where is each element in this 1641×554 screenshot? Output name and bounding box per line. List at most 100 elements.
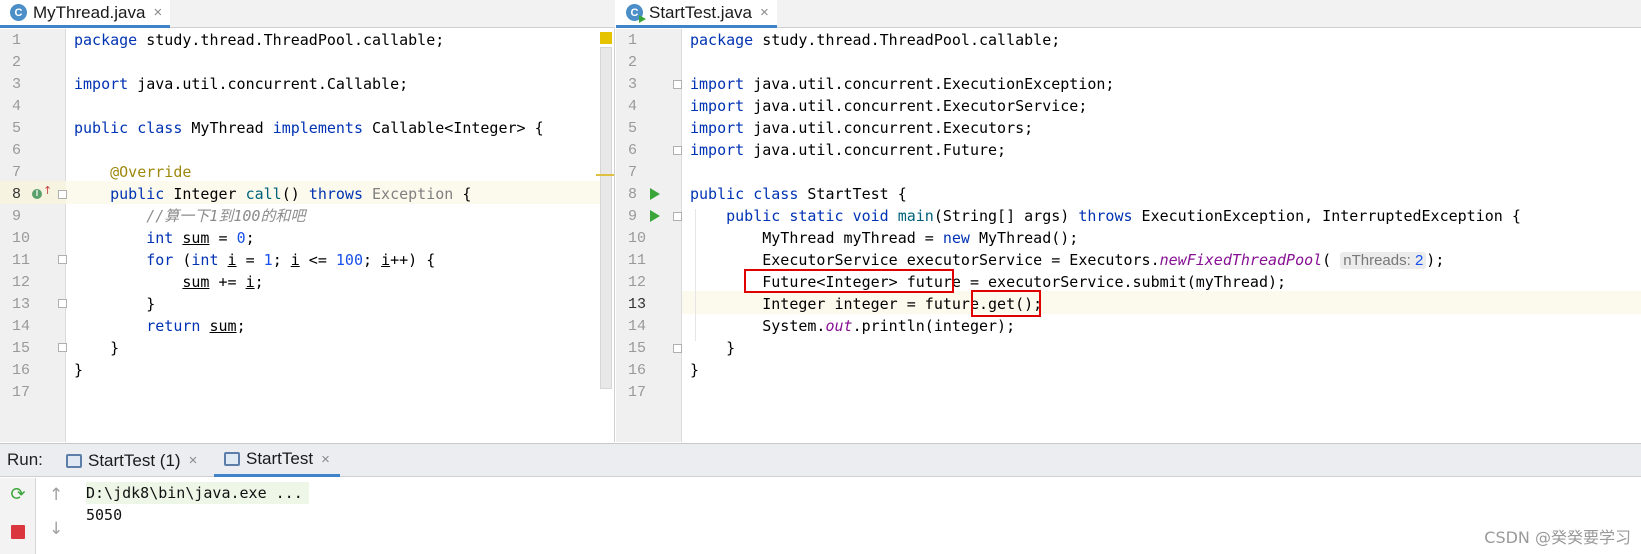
line-number: 7: [12, 164, 22, 181]
java-class-icon: C: [10, 4, 27, 21]
console-output-line: 5050: [86, 506, 123, 524]
line-number: 8: [12, 186, 22, 203]
mythread-editor[interactable]: 1 2 3 4 5 6 7 8 9 10 11 12 13 14 15 16 1…: [0, 29, 615, 442]
line-number: 9: [628, 208, 638, 225]
implements-method-icon[interactable]: I: [32, 189, 42, 199]
line-number: 6: [12, 142, 22, 159]
stop-icon[interactable]: [11, 525, 25, 539]
code-line-5: import java.util.concurrent.Executors;: [690, 119, 1034, 137]
parameter-hint: nThreads: 2: [1340, 252, 1427, 269]
console-command-line: D:\jdk8\bin\java.exe ...: [86, 482, 309, 504]
fold-icon[interactable]: [58, 255, 67, 264]
rerun-icon[interactable]: ⟳: [9, 486, 27, 504]
tab-mythread-java[interactable]: C MyThread.java ×: [0, 0, 171, 28]
line-number: 13: [12, 296, 31, 313]
code-line-6: import java.util.concurrent.Future;: [690, 141, 1007, 159]
code-line-7: @Override: [110, 163, 192, 181]
line-number: 16: [12, 362, 31, 379]
code-line-8: public Integer call() throws Exception {: [110, 185, 472, 203]
code-line-3: import java.util.concurrent.Callable;: [74, 75, 409, 93]
vertical-scrollbar[interactable]: [600, 47, 612, 389]
close-icon[interactable]: ×: [153, 4, 162, 21]
line-number: 2: [12, 54, 22, 71]
code-line-16: }: [690, 361, 700, 379]
left-editor-tabbar: C MyThread.java ×: [0, 0, 615, 28]
run-tab-starttest-1[interactable]: StartTest (1) ×: [56, 444, 207, 477]
fold-icon[interactable]: [673, 80, 682, 89]
fold-icon[interactable]: [673, 146, 682, 155]
navigate-up-arrow-icon[interactable]: ↑: [43, 185, 52, 196]
run-label: Run:: [7, 450, 43, 469]
code-line-3: import java.util.concurrent.ExecutionExc…: [690, 75, 1115, 93]
warning-marker-icon[interactable]: [600, 32, 612, 44]
line-number: 1: [628, 32, 638, 49]
fold-icon[interactable]: [58, 343, 67, 352]
close-icon[interactable]: ×: [189, 452, 198, 469]
arrow-up-icon[interactable]: ↑: [49, 487, 63, 504]
code-line-9: public static void main(String[] args) t…: [726, 207, 1521, 225]
close-icon[interactable]: ×: [760, 4, 769, 21]
line-number: 13: [628, 296, 647, 313]
future-declaration-highlight-box: [744, 269, 954, 293]
console-nav: ↑ ↓: [37, 478, 73, 554]
line-number: 6: [628, 142, 638, 159]
run-tab-starttest[interactable]: StartTest ×: [214, 444, 340, 477]
code-line-8: public class StartTest {: [690, 185, 907, 203]
line-number: 4: [628, 98, 638, 115]
code-line-4: import java.util.concurrent.ExecutorServ…: [690, 97, 1088, 115]
line-number: 12: [628, 274, 647, 291]
line-number: 15: [628, 340, 647, 357]
line-number: 10: [628, 230, 647, 247]
gutter: [616, 29, 682, 442]
line-number: 3: [628, 76, 638, 93]
line-number: 11: [12, 252, 31, 269]
run-tab-label: StartTest: [246, 449, 314, 468]
run-tool-header: Run: StartTest (1) × StartTest ×: [0, 444, 1641, 477]
code-line-13: }: [146, 295, 156, 313]
run-main-icon[interactable]: [650, 210, 660, 222]
line-number: 3: [12, 76, 22, 93]
code-line-1: package study.thread.ThreadPool.callable…: [690, 31, 1061, 49]
run-class-icon[interactable]: [650, 188, 660, 200]
code-line-14: return sum;: [146, 317, 246, 335]
code-line-14: System.out.println(integer);: [762, 317, 1016, 335]
run-tab-label: StartTest (1): [88, 450, 181, 470]
line-number: 2: [628, 54, 638, 71]
code-line-9: //算一下1到100的和吧: [146, 207, 306, 225]
line-number: 1: [12, 32, 22, 49]
watermark: CSDN @癸癸要学习: [1484, 528, 1631, 547]
fold-icon[interactable]: [673, 212, 682, 221]
right-editor-tabbar: C StartTest.java ×: [616, 0, 1641, 28]
fold-icon[interactable]: [58, 299, 67, 308]
fold-icon[interactable]: [58, 190, 67, 199]
line-number: 10: [12, 230, 31, 247]
run-config-icon: [224, 452, 240, 466]
code-line-11: for (int i = 1; i <= 100; i++) {: [146, 251, 436, 269]
line-number: 4: [12, 98, 22, 115]
run-toolbar: ⟳: [0, 478, 36, 554]
starttest-editor[interactable]: 1 2 3 4 5 6 7 8 9 10 11 12 13 14 15 16 1…: [616, 29, 1641, 442]
run-tool-window: Run: StartTest (1) × StartTest × ⟳ ↑ ↓ D…: [0, 443, 1641, 554]
line-number: 15: [12, 340, 31, 357]
code-line-15: }: [726, 339, 736, 357]
line-number: 8: [628, 186, 638, 203]
line-number: 7: [628, 164, 638, 181]
run-config-icon: [66, 453, 82, 468]
line-number: 16: [628, 362, 647, 379]
line-number: 14: [12, 318, 31, 335]
line-number: 17: [628, 384, 647, 401]
code-line-10: int sum = 0;: [146, 229, 255, 247]
code-line-12: sum += i;: [182, 273, 264, 291]
line-number: 11: [628, 252, 647, 269]
java-runnable-class-icon: C: [626, 4, 646, 23]
tab-starttest-java[interactable]: C StartTest.java ×: [616, 0, 777, 28]
error-stripe-mark[interactable]: [596, 174, 614, 176]
line-number: 9: [12, 208, 22, 225]
arrow-down-icon[interactable]: ↓: [49, 521, 63, 538]
line-number: 5: [12, 120, 22, 137]
line-number: 12: [12, 274, 31, 291]
tab-label: StartTest.java: [649, 2, 752, 22]
close-icon[interactable]: ×: [321, 451, 330, 468]
code-line-15: }: [110, 339, 120, 357]
fold-icon[interactable]: [673, 344, 682, 353]
